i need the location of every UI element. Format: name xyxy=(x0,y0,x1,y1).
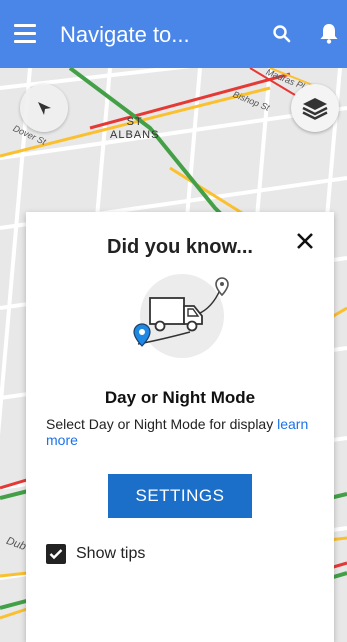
top-bar: Navigate to... xyxy=(0,0,347,68)
app-screen: Navigate to... Madras Pl Bishop St Dover… xyxy=(0,0,347,642)
tip-title: Day or Night Mode xyxy=(104,388,256,407)
tip-heading: Did you know... xyxy=(107,236,253,258)
show-tips-toggle[interactable]: Show tips xyxy=(46,544,145,564)
truck-route-icon xyxy=(120,270,240,362)
show-tips-label: Show tips xyxy=(76,545,146,562)
tip-description: Select Day or Night Mode for display lea… xyxy=(46,416,324,448)
search-icon[interactable] xyxy=(270,22,294,46)
compass-icon[interactable] xyxy=(20,84,68,132)
bell-icon[interactable] xyxy=(316,20,342,46)
tip-body-text: Select Day or Night Mode for display xyxy=(46,416,278,432)
district-label-line2: ALBANS xyxy=(110,129,160,141)
checkbox-checked-icon[interactable] xyxy=(46,544,66,564)
navigate-to-field[interactable]: Navigate to... xyxy=(60,22,190,48)
district-label-line1: ST xyxy=(126,116,143,128)
did-you-know-card: Did you know... Day or Night Mode Select… xyxy=(26,212,334,642)
menu-icon[interactable] xyxy=(14,24,36,44)
settings-button[interactable]: SETTINGS xyxy=(108,474,252,518)
layers-icon[interactable] xyxy=(291,84,339,132)
district-label: ST ALBANS xyxy=(110,116,159,142)
